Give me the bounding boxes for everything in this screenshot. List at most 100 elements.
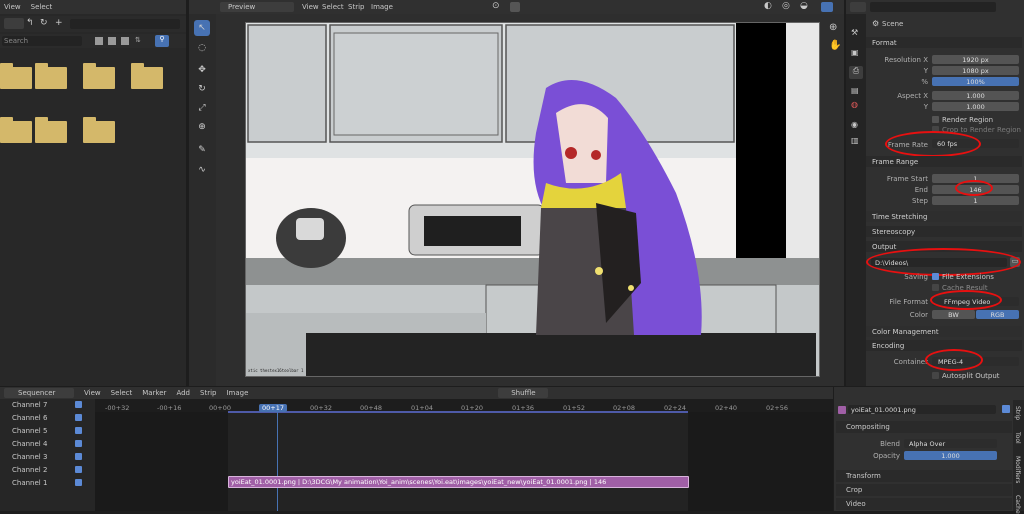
- world-tab-icon[interactable]: ◉: [851, 120, 858, 129]
- frame-end-label: End: [914, 186, 928, 194]
- color-management-panel-header[interactable]: Color Management: [866, 326, 1022, 337]
- frame-range-panel-header[interactable]: Frame Range: [866, 156, 1022, 167]
- properties-search-input[interactable]: [870, 2, 996, 12]
- blend-dropdown[interactable]: Alpha Over: [904, 439, 997, 448]
- menu-view[interactable]: View: [84, 389, 101, 397]
- transform-icon[interactable]: ⊕: [194, 119, 210, 135]
- eyedropper-icon[interactable]: ✎: [194, 142, 210, 158]
- menu-marker[interactable]: Marker: [142, 389, 166, 397]
- tab-modifiers[interactable]: Modifiers: [1014, 456, 1021, 483]
- move-icon[interactable]: ✥: [194, 62, 210, 78]
- scale-icon[interactable]: ⤢: [194, 100, 210, 116]
- camera-view-icon[interactable]: [821, 2, 833, 12]
- search-input[interactable]: Search: [2, 36, 82, 46]
- strip-enable-checkbox[interactable]: [1002, 405, 1010, 413]
- res-x-field[interactable]: 1920 px: [932, 55, 1019, 64]
- menu-image[interactable]: Image: [226, 389, 248, 397]
- editor-type-button[interactable]: [189, 0, 216, 14]
- aspect-x-field[interactable]: 1.000: [932, 91, 1019, 100]
- menu-add[interactable]: Add: [176, 389, 190, 397]
- opacity-slider[interactable]: 1.000: [904, 451, 997, 460]
- tab-strip[interactable]: Strip: [1014, 406, 1021, 420]
- color-rgb-button[interactable]: RGB: [976, 310, 1019, 319]
- zoom-icon[interactable]: ⊕: [829, 22, 837, 33]
- menu-strip[interactable]: Strip: [348, 3, 364, 11]
- folder-icon[interactable]: [131, 63, 163, 89]
- video-panel-header[interactable]: Video: [836, 498, 1012, 510]
- refresh-icon[interactable]: ↻: [40, 18, 49, 29]
- time-stretching-panel-header[interactable]: Time Stretching: [866, 211, 1022, 222]
- shuffle-dropdown[interactable]: Shuffle: [498, 388, 549, 398]
- nav-parent-icon[interactable]: ↰: [26, 18, 35, 29]
- menu-select[interactable]: Select: [111, 389, 133, 397]
- format-panel-header[interactable]: Format: [866, 37, 1022, 48]
- view-mode-dropdown[interactable]: Preview: [220, 2, 294, 12]
- resolution-percent-slider[interactable]: 100%: [932, 77, 1019, 86]
- path-field[interactable]: [70, 19, 180, 29]
- crop-panel-header[interactable]: Crop: [836, 484, 1012, 496]
- menu-image[interactable]: Image: [371, 3, 393, 11]
- gizmo-icon[interactable]: ◎: [782, 1, 790, 11]
- current-frame-indicator[interactable]: 00+17: [259, 404, 287, 412]
- menu-view[interactable]: View: [4, 3, 21, 11]
- folder-icon[interactable]: [0, 117, 32, 143]
- new-folder-icon[interactable]: +: [55, 18, 65, 29]
- scene-tab-icon[interactable]: ◍: [851, 100, 858, 109]
- pivot-icon[interactable]: ⊙: [492, 1, 500, 11]
- strip-name-field[interactable]: yoiEat_01.0001.png: [848, 405, 996, 414]
- select-circle-icon[interactable]: ◌: [194, 40, 210, 56]
- channel-mute-checkbox[interactable]: [75, 479, 82, 486]
- sort-icon[interactable]: ⇅: [135, 36, 149, 46]
- snap-icon[interactable]: [510, 2, 520, 12]
- folder-icon[interactable]: [83, 63, 115, 89]
- cache-result-checkbox[interactable]: [932, 284, 939, 291]
- compositing-title: Compositing: [846, 423, 890, 431]
- channel-mute-checkbox[interactable]: [75, 414, 82, 421]
- menu-strip[interactable]: Strip: [200, 389, 216, 397]
- channel-label: Channel 1: [12, 479, 48, 487]
- editor-type-button[interactable]: [850, 2, 866, 12]
- frame-step-field[interactable]: 1: [932, 196, 1019, 205]
- channel-label: Channel 4: [12, 440, 48, 448]
- sequencer-mode-dropdown[interactable]: Sequencer: [4, 388, 74, 398]
- image-strip[interactable]: yoiEat_01.0001.png | D:\3DCG\My animatio…: [228, 476, 689, 488]
- channel-mute-checkbox[interactable]: [75, 427, 82, 434]
- nav-back-button[interactable]: [4, 18, 24, 29]
- channel-mute-checkbox[interactable]: [75, 401, 82, 408]
- time-tick: -00+16: [157, 404, 182, 412]
- channel-mute-checkbox[interactable]: [75, 440, 82, 447]
- tool-tab-icon[interactable]: ⚒: [851, 28, 858, 37]
- transform-panel-header[interactable]: Transform: [836, 470, 1012, 482]
- compositing-panel-header[interactable]: Compositing: [836, 421, 1012, 433]
- display-channels-icon[interactable]: ◒: [800, 1, 808, 11]
- stereoscopy-panel-header[interactable]: Stereoscopy: [866, 226, 1022, 237]
- file-extensions-checkbox[interactable]: [932, 273, 939, 280]
- rotate-icon[interactable]: ↻: [194, 81, 210, 97]
- folder-icon[interactable]: [83, 117, 115, 143]
- menu-view[interactable]: View: [302, 3, 319, 11]
- tab-tool[interactable]: Tool: [1014, 432, 1021, 444]
- channel-mute-checkbox[interactable]: [75, 466, 82, 473]
- render-region-checkbox[interactable]: [932, 116, 939, 123]
- overlay-icon[interactable]: ◐: [764, 1, 772, 11]
- annotate-icon[interactable]: ∿: [194, 162, 210, 178]
- channel-mute-checkbox[interactable]: [75, 453, 82, 460]
- color-bw-button[interactable]: BW: [932, 310, 975, 319]
- playhead[interactable]: [277, 412, 278, 511]
- view-thumbs-icon[interactable]: [108, 37, 116, 45]
- folder-icon[interactable]: [0, 63, 32, 89]
- folder-icon[interactable]: [35, 63, 67, 89]
- folder-icon[interactable]: [35, 117, 67, 143]
- aspect-y-field[interactable]: 1.000: [932, 102, 1019, 111]
- filter-icon[interactable]: ⚲: [155, 35, 169, 47]
- res-y-field[interactable]: 1080 px: [932, 66, 1019, 75]
- view-list-icon[interactable]: [95, 37, 103, 45]
- menu-select[interactable]: Select: [31, 3, 53, 11]
- highlight-circle: [925, 349, 983, 371]
- view-grid-icon[interactable]: [121, 37, 129, 45]
- select-tool-icon[interactable]: ↖: [194, 20, 210, 36]
- menu-select[interactable]: Select: [322, 3, 344, 11]
- pan-icon[interactable]: ✋: [829, 40, 841, 51]
- autosplit-checkbox[interactable]: [932, 372, 939, 379]
- time-tick: 01+20: [461, 404, 483, 412]
